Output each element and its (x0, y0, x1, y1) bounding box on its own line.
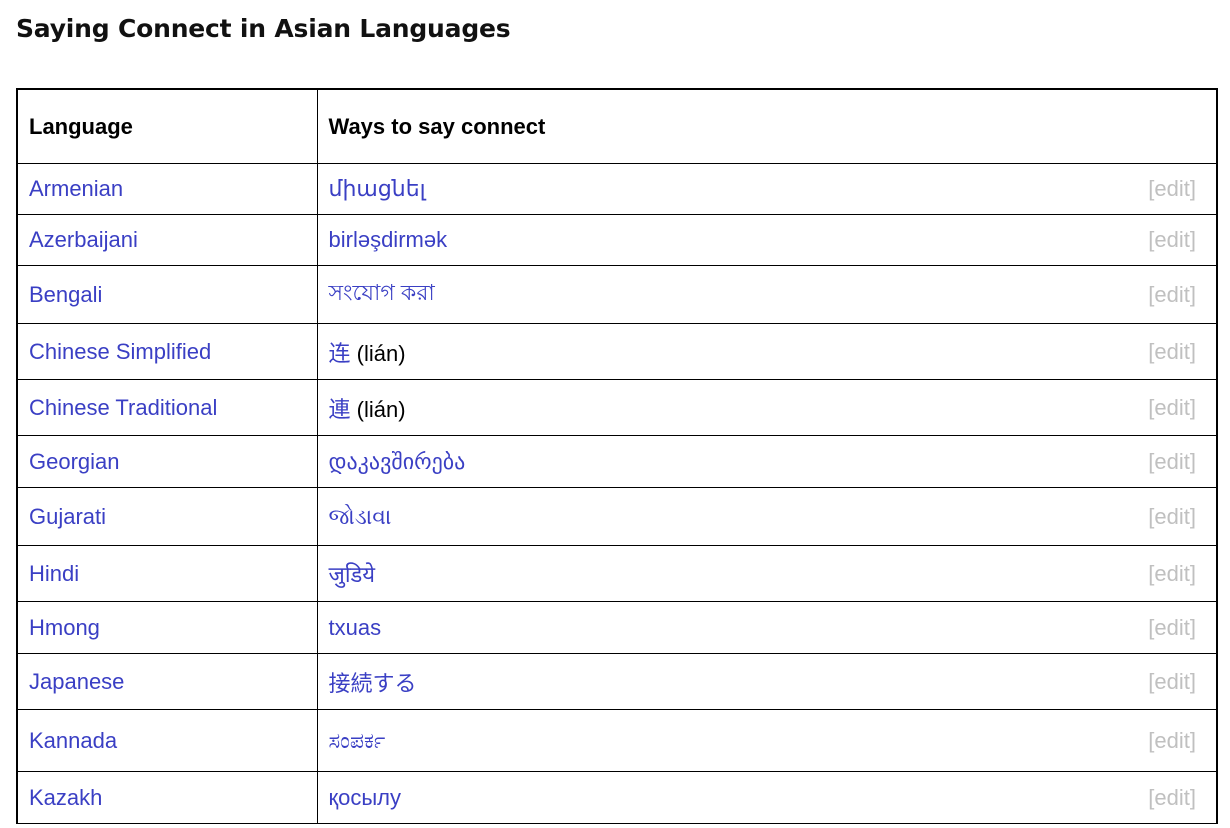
table-row: Chinese Simplified 连 (lián) [edit] (17, 323, 1217, 380)
edit-link[interactable]: [edit] (1148, 449, 1196, 475)
table-row: Azerbaijani birləşdirmək [edit] (17, 214, 1217, 266)
language-link[interactable]: Kazakh (29, 785, 102, 810)
ways-cell: 连 (lián) [edit] (316, 323, 1217, 380)
ways-cell: সংযোগ করা [edit] (316, 265, 1217, 324)
edit-link[interactable]: [edit] (1148, 395, 1196, 421)
ways-cell: જોડાવા [edit] (316, 487, 1217, 546)
language-table: Language Ways to say connect Armenian միա… (16, 88, 1218, 824)
table-row: Bengali সংযোগ করা [edit] (17, 265, 1217, 324)
translation-word: সংযোগ করা (328, 280, 435, 305)
language-link[interactable]: Azerbaijani (29, 227, 138, 252)
edit-link[interactable]: [edit] (1148, 561, 1196, 587)
edit-link[interactable]: [edit] (1148, 176, 1196, 202)
edit-link[interactable]: [edit] (1148, 669, 1196, 695)
page-title: Saying Connect in Asian Languages (16, 14, 511, 43)
translation-word: birləşdirmək (328, 227, 448, 252)
ways-cell: қосылу [edit] (316, 771, 1217, 824)
language-cell: Chinese Traditional (17, 379, 317, 436)
ways-cell: txuas [edit] (316, 601, 1217, 654)
translation-word: 接続する (328, 670, 417, 696)
ways-text: დაკავშირება (329, 449, 466, 475)
language-link[interactable]: Chinese Simplified (29, 339, 211, 364)
edit-link[interactable]: [edit] (1148, 785, 1196, 811)
language-cell: Armenian (17, 163, 317, 215)
translation-word: 連 (328, 396, 351, 422)
table-row: Chinese Traditional 連 (lián) [edit] (17, 379, 1217, 436)
edit-link[interactable]: [edit] (1148, 504, 1196, 530)
language-link[interactable]: Hindi (29, 561, 79, 586)
ways-text: जुडिये (329, 559, 376, 589)
language-link[interactable]: Gujarati (29, 504, 106, 529)
translation-word: जुडिये (328, 561, 376, 587)
edit-link[interactable]: [edit] (1148, 282, 1196, 308)
language-link[interactable]: Armenian (29, 176, 123, 201)
ways-cell: ಸಂಪರ್ಕ [edit] (316, 709, 1217, 772)
ways-cell: միացնել [edit] (316, 163, 1217, 215)
edit-link[interactable]: [edit] (1148, 227, 1196, 253)
language-link[interactable]: Chinese Traditional (29, 395, 217, 420)
language-cell: Chinese Simplified (17, 323, 317, 380)
ways-text: birləşdirmək (329, 227, 448, 253)
language-cell: Hmong (17, 601, 317, 654)
language-cell: Kazakh (17, 771, 317, 824)
table-row: Armenian միացնել [edit] (17, 163, 1217, 215)
ways-text: 连 (lián) (329, 336, 406, 368)
ways-text: 連 (lián) (329, 392, 406, 424)
ways-cell: birləşdirmək [edit] (316, 214, 1217, 266)
edit-link[interactable]: [edit] (1148, 339, 1196, 365)
language-link[interactable]: Georgian (29, 449, 120, 474)
ways-text: txuas (329, 615, 382, 641)
pronunciation-note: (lián) (356, 340, 406, 366)
ways-text: 接続する (329, 666, 417, 698)
translation-word: 连 (328, 340, 351, 366)
language-link[interactable]: Japanese (29, 669, 124, 694)
translation-word: ಸಂಪರ್ಕ (328, 727, 386, 753)
language-cell: Azerbaijani (17, 214, 317, 266)
translation-word: txuas (328, 614, 382, 640)
language-column-header: Language (17, 89, 317, 164)
language-cell: Hindi (17, 545, 317, 602)
ways-text: જોડાવા (329, 504, 392, 530)
language-cell: Gujarati (17, 487, 317, 546)
language-cell: Japanese (17, 653, 317, 710)
table-row: Japanese 接続する [edit] (17, 653, 1217, 710)
table-row: Kazakh қосылу [edit] (17, 771, 1217, 824)
translation-word: დაკავშირება (328, 448, 466, 474)
ways-text: সংযোগ করা (329, 276, 435, 313)
table-body: Armenian միացնել [edit] Azerbaijani birləşdi… (17, 163, 1217, 824)
pronunciation-note: (lián) (356, 396, 406, 422)
translation-word: қосылу (328, 784, 402, 810)
table-row: Kannada ಸಂಪರ್ಕ [edit] (17, 709, 1217, 772)
language-cell: Georgian (17, 435, 317, 488)
ways-cell: 連 (lián) [edit] (316, 379, 1217, 436)
language-link[interactable]: Bengali (29, 282, 102, 307)
table-row: Gujarati જોડાવા [edit] (17, 487, 1217, 546)
ways-column-header: Ways to say connect (316, 89, 1217, 164)
language-cell: Kannada (17, 709, 317, 772)
ways-cell: 接続する [edit] (316, 653, 1217, 710)
table-row: Hmong txuas [edit] (17, 601, 1217, 654)
ways-cell: დაკავშირება [edit] (316, 435, 1217, 488)
edit-link[interactable]: [edit] (1148, 615, 1196, 641)
language-link[interactable]: Hmong (29, 615, 100, 640)
table-row: Georgian დაკავშირება [edit] (17, 435, 1217, 488)
ways-text: ಸಂಪರ್ಕ (329, 728, 386, 754)
ways-text: қосылу (329, 785, 402, 811)
table-header-row: Language Ways to say connect (17, 89, 1217, 164)
language-link[interactable]: Kannada (29, 728, 117, 753)
ways-text: միացնել (329, 176, 426, 202)
table-row: Hindi जुडिये [edit] (17, 545, 1217, 602)
language-cell: Bengali (17, 265, 317, 324)
translation-word: જોડાવા (328, 503, 392, 529)
translation-word: միացնել (328, 176, 426, 201)
ways-cell: जुडिये [edit] (316, 545, 1217, 602)
edit-link[interactable]: [edit] (1148, 728, 1196, 754)
